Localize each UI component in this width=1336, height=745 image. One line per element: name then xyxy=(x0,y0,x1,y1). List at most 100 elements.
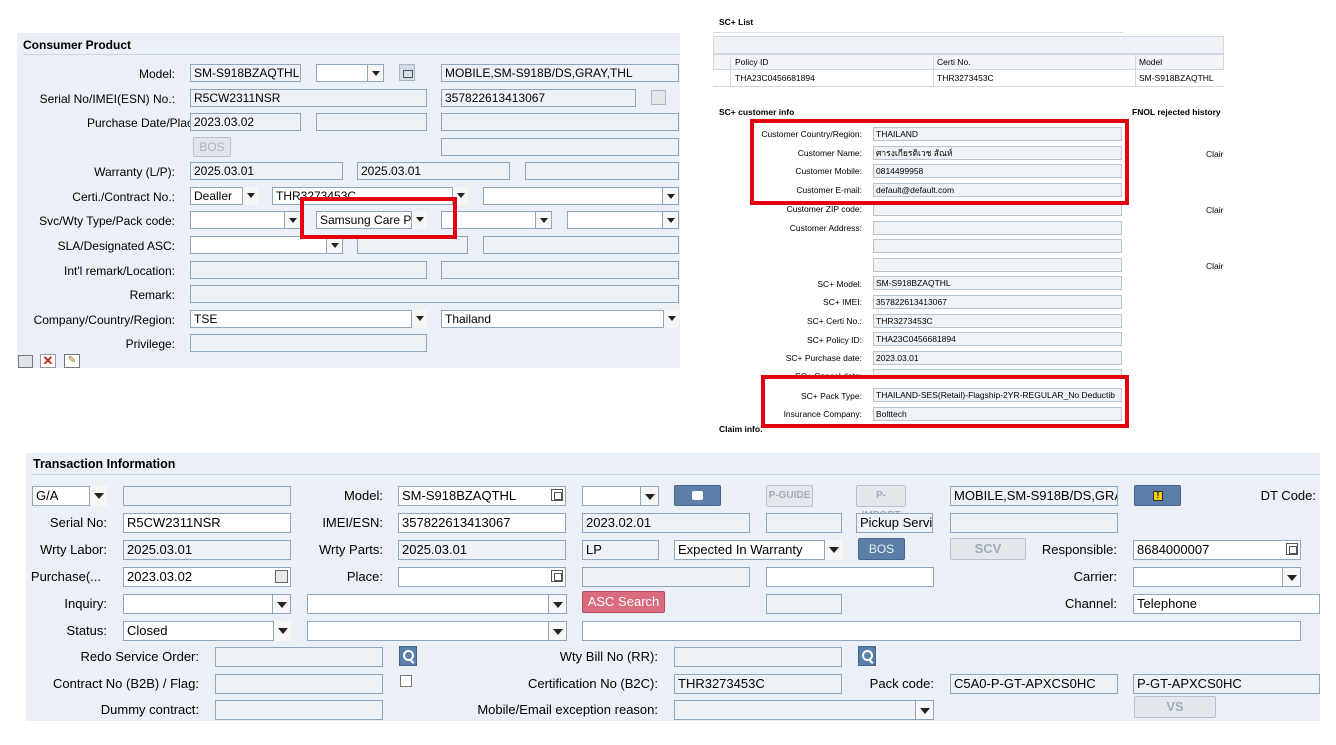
t-extra-field-1[interactable] xyxy=(766,513,842,533)
company-select[interactable]: TSE xyxy=(190,310,427,328)
chevron-down-icon xyxy=(411,310,427,328)
p-import-button[interactable]: P-IMPORT xyxy=(856,485,906,521)
t-model-label: Model: xyxy=(343,488,383,503)
t-model-field[interactable]: SM-S918BZAQTHL xyxy=(398,486,566,506)
imei-edit-icon[interactable] xyxy=(651,90,666,105)
redo-field[interactable] xyxy=(215,647,383,667)
vs-button[interactable]: VS xyxy=(1134,696,1216,718)
svc-type-select[interactable] xyxy=(190,211,301,229)
warranty-parts-field[interactable]: 2025.03.01 xyxy=(357,162,510,180)
tv-icon-button[interactable] xyxy=(674,485,721,506)
contract-field[interactable] xyxy=(215,674,383,694)
flag-checkbox[interactable] xyxy=(400,675,412,687)
model-description-field[interactable]: MOBILE,SM-S918B/DS,GRAY,THL xyxy=(441,64,679,82)
privilege-field[interactable] xyxy=(190,334,427,352)
t-purchase-label: Purchase(... xyxy=(30,569,101,584)
svc-extra-select-1[interactable] xyxy=(441,211,552,229)
bos-blue-button[interactable]: BOS xyxy=(858,538,905,560)
sc-imei-field[interactable]: 357822613413067 xyxy=(873,295,1122,309)
t-purchase-field[interactable]: 2023.03.02 xyxy=(123,567,291,587)
asc-extra-field[interactable] xyxy=(483,236,679,254)
chevron-down-icon xyxy=(367,65,383,81)
imei-field[interactable]: 357822613413067 xyxy=(441,89,636,107)
p-guide-button[interactable]: P-GUIDE xyxy=(766,485,813,507)
t-date-field[interactable]: 2023.02.01 xyxy=(582,513,750,533)
t-imei-field[interactable]: 357822613413067 xyxy=(398,513,566,533)
scv-button[interactable]: SCV xyxy=(950,538,1026,560)
t-extra-field-5[interactable] xyxy=(766,594,842,614)
dummy-field[interactable] xyxy=(215,700,383,720)
t-pack-code-field-2[interactable]: P-GT-APXCS0HC xyxy=(1133,674,1320,694)
certi-extra-select[interactable] xyxy=(483,187,679,205)
save-icon[interactable] xyxy=(18,355,33,368)
t-model-desc-field[interactable]: MOBILE,SM-S918B/DS,GRA xyxy=(950,486,1118,506)
t-extra-field-2[interactable] xyxy=(950,513,1118,533)
channel-field[interactable]: Telephone xyxy=(1133,594,1320,614)
country-select[interactable]: Thailand xyxy=(441,310,679,328)
t-model-select[interactable] xyxy=(582,486,659,506)
ga-extra-field[interactable] xyxy=(123,486,291,506)
search-icon[interactable] xyxy=(399,646,417,666)
status-remark-field[interactable] xyxy=(582,621,1301,641)
bos-extra-field[interactable] xyxy=(441,138,679,156)
place-field[interactable] xyxy=(398,567,566,587)
wty-bill-field[interactable] xyxy=(674,647,842,667)
warranty-labor-field[interactable]: 2025.03.01 xyxy=(190,162,343,180)
t-extra-field-4[interactable] xyxy=(766,567,934,587)
warranty-extra-field[interactable] xyxy=(525,162,679,180)
mobile-exception-select[interactable] xyxy=(674,700,934,720)
inquiry-select[interactable] xyxy=(123,594,291,614)
copy-icon[interactable] xyxy=(1286,543,1298,555)
status-select[interactable]: Closed xyxy=(123,621,291,641)
wrty-parts-field[interactable]: 2025.03.01 xyxy=(398,540,566,560)
chevron-down-icon xyxy=(272,595,290,613)
sc-policy-field[interactable]: THA23C0456681894 xyxy=(873,332,1122,346)
serial-field[interactable]: R5CW2311NSR xyxy=(190,89,427,107)
intl-remark-field[interactable] xyxy=(190,261,427,279)
wrty-labor-field[interactable]: 2025.03.01 xyxy=(123,540,291,560)
bos-button[interactable]: BOS xyxy=(193,137,231,157)
status-detail-select[interactable] xyxy=(307,621,567,641)
sc-purchase-date-field[interactable]: 2023.03.01 xyxy=(873,351,1122,365)
inquiry-label: Inquiry: xyxy=(64,596,107,611)
t-extra-field-3[interactable] xyxy=(582,567,750,587)
warning-icon-button[interactable]: ! xyxy=(1134,485,1181,506)
purchase-place-field[interactable] xyxy=(316,113,427,131)
lp-field[interactable]: LP xyxy=(582,540,659,560)
purchase-date-field[interactable]: 2023.03.02 xyxy=(190,113,301,131)
copy-icon[interactable] xyxy=(551,489,563,501)
purchase-extra-field[interactable] xyxy=(441,113,679,131)
model-lookup-icon[interactable] xyxy=(399,64,415,81)
customer-address-field[interactable] xyxy=(873,221,1122,235)
fnol-rejected-title: FNOL rejected history xyxy=(1132,107,1221,117)
copy-icon[interactable] xyxy=(551,570,563,582)
location-field[interactable] xyxy=(441,261,679,279)
sc-field-label: SC+ Certi No.: xyxy=(806,316,862,326)
responsible-field[interactable]: 8684000007 xyxy=(1133,540,1301,560)
model-select[interactable] xyxy=(316,64,384,82)
asc-search-button[interactable]: ASC Search xyxy=(582,591,665,613)
remark-field[interactable] xyxy=(190,285,679,303)
carrier-select[interactable] xyxy=(1133,567,1301,587)
model-label: Model: xyxy=(138,67,175,81)
pickup-service-field[interactable]: Pickup Servi xyxy=(856,513,933,533)
calendar-icon[interactable] xyxy=(275,570,288,583)
delete-icon[interactable]: ✕ xyxy=(40,354,56,368)
edit-icon[interactable]: ✎ xyxy=(64,354,80,368)
sc-model-field[interactable]: SM-S918BZAQTHL xyxy=(873,276,1122,290)
customer-address-field-2[interactable] xyxy=(873,239,1122,253)
responsible-label: Responsible: xyxy=(1041,542,1117,557)
model-field[interactable]: SM-S918BZAQTHL xyxy=(190,64,301,82)
warranty-status-select[interactable]: Expected In Warranty xyxy=(674,540,842,560)
t-pack-code-field[interactable]: C5A0-P-GT-APXCS0HC xyxy=(950,674,1118,694)
sc-list-header-policy: Policy ID xyxy=(735,57,769,67)
cert-b2c-field[interactable]: THR3273453C xyxy=(674,674,842,694)
chevron-down-icon xyxy=(89,486,107,506)
inquiry-detail-select[interactable] xyxy=(307,594,567,614)
customer-address-field-3[interactable] xyxy=(873,258,1122,272)
search-icon[interactable] xyxy=(858,646,876,666)
sc-certi-field[interactable]: THR3273453C xyxy=(873,314,1122,328)
highlight-pack-code xyxy=(300,197,457,239)
t-serial-field[interactable]: R5CW2311NSR xyxy=(123,513,291,533)
svc-extra-select-2[interactable] xyxy=(567,211,679,229)
